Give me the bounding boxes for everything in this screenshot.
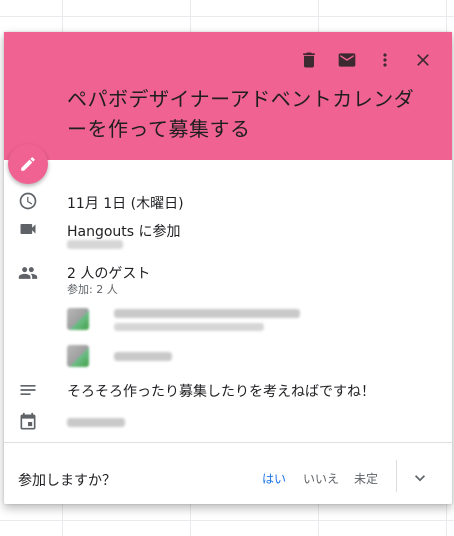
close-button[interactable] (404, 46, 442, 74)
email-guests-button[interactable] (328, 46, 366, 74)
event-detail-card: ペパボデザイナーアドベントカレンダーを作って募集する 11月 1日 (木曜日) … (4, 32, 452, 504)
people-icon (18, 263, 40, 285)
calendar-name-blurred (67, 418, 125, 427)
rsvp-no-button[interactable]: いいえ (303, 470, 339, 487)
rsvp-yes-button[interactable]: はい (262, 470, 286, 487)
footer-divider (4, 442, 452, 443)
rsvp-maybe-button[interactable]: 未定 (354, 470, 378, 487)
guest-attending: 参加: 2 人 (67, 283, 118, 296)
rsvp-divider (396, 460, 397, 492)
rsvp-question: 参加しますか？ (18, 473, 116, 489)
guest-email-blurred (114, 309, 300, 318)
event-description: そろそろ作ったり募集したりを考えねばですね！ (67, 384, 375, 400)
more-options-button[interactable] (366, 46, 404, 74)
close-icon (417, 54, 429, 66)
guest-email-blurred (114, 352, 172, 361)
clock-icon (18, 191, 40, 213)
video-camera-icon (18, 219, 40, 241)
event-title: ペパボデザイナーアドベントカレンダーを作って募集する (67, 87, 415, 141)
delete-button[interactable] (290, 46, 328, 74)
event-date: 11月 1日 (木曜日) (67, 196, 184, 212)
edit-event-button[interactable] (8, 144, 48, 184)
notes-icon (18, 380, 40, 402)
delete-icon (303, 52, 315, 68)
event-header: ペパボデザイナーアドベントカレンダーを作って募集する (4, 32, 452, 160)
calendar-icon (18, 412, 40, 434)
guest-count: 2 人のゲスト (67, 266, 151, 282)
email-icon (338, 53, 356, 67)
rsvp-more-button[interactable] (410, 468, 430, 488)
hangouts-join-link[interactable]: Hangouts に参加 (67, 221, 181, 241)
more-vert-icon (383, 53, 387, 67)
guest-role-blurred (114, 323, 264, 331)
guest-avatar (67, 308, 89, 330)
pencil-icon (21, 157, 35, 171)
chevron-down-icon (415, 475, 425, 482)
guest-avatar (67, 345, 89, 367)
header-actions (290, 46, 442, 74)
hangouts-link-blurred (67, 240, 123, 249)
